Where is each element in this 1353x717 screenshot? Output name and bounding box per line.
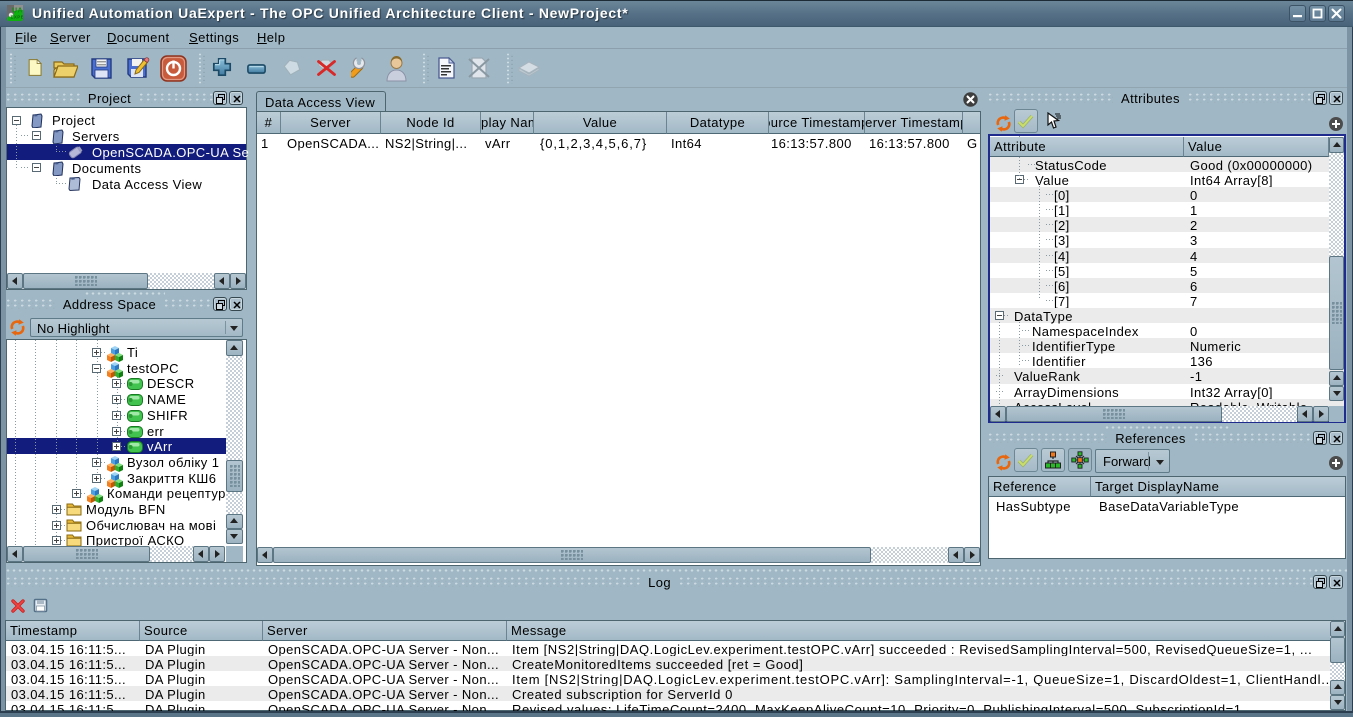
svg-text:EXPERT: EXPERT: [11, 15, 24, 20]
svg-text:UA: UA: [12, 8, 23, 15]
